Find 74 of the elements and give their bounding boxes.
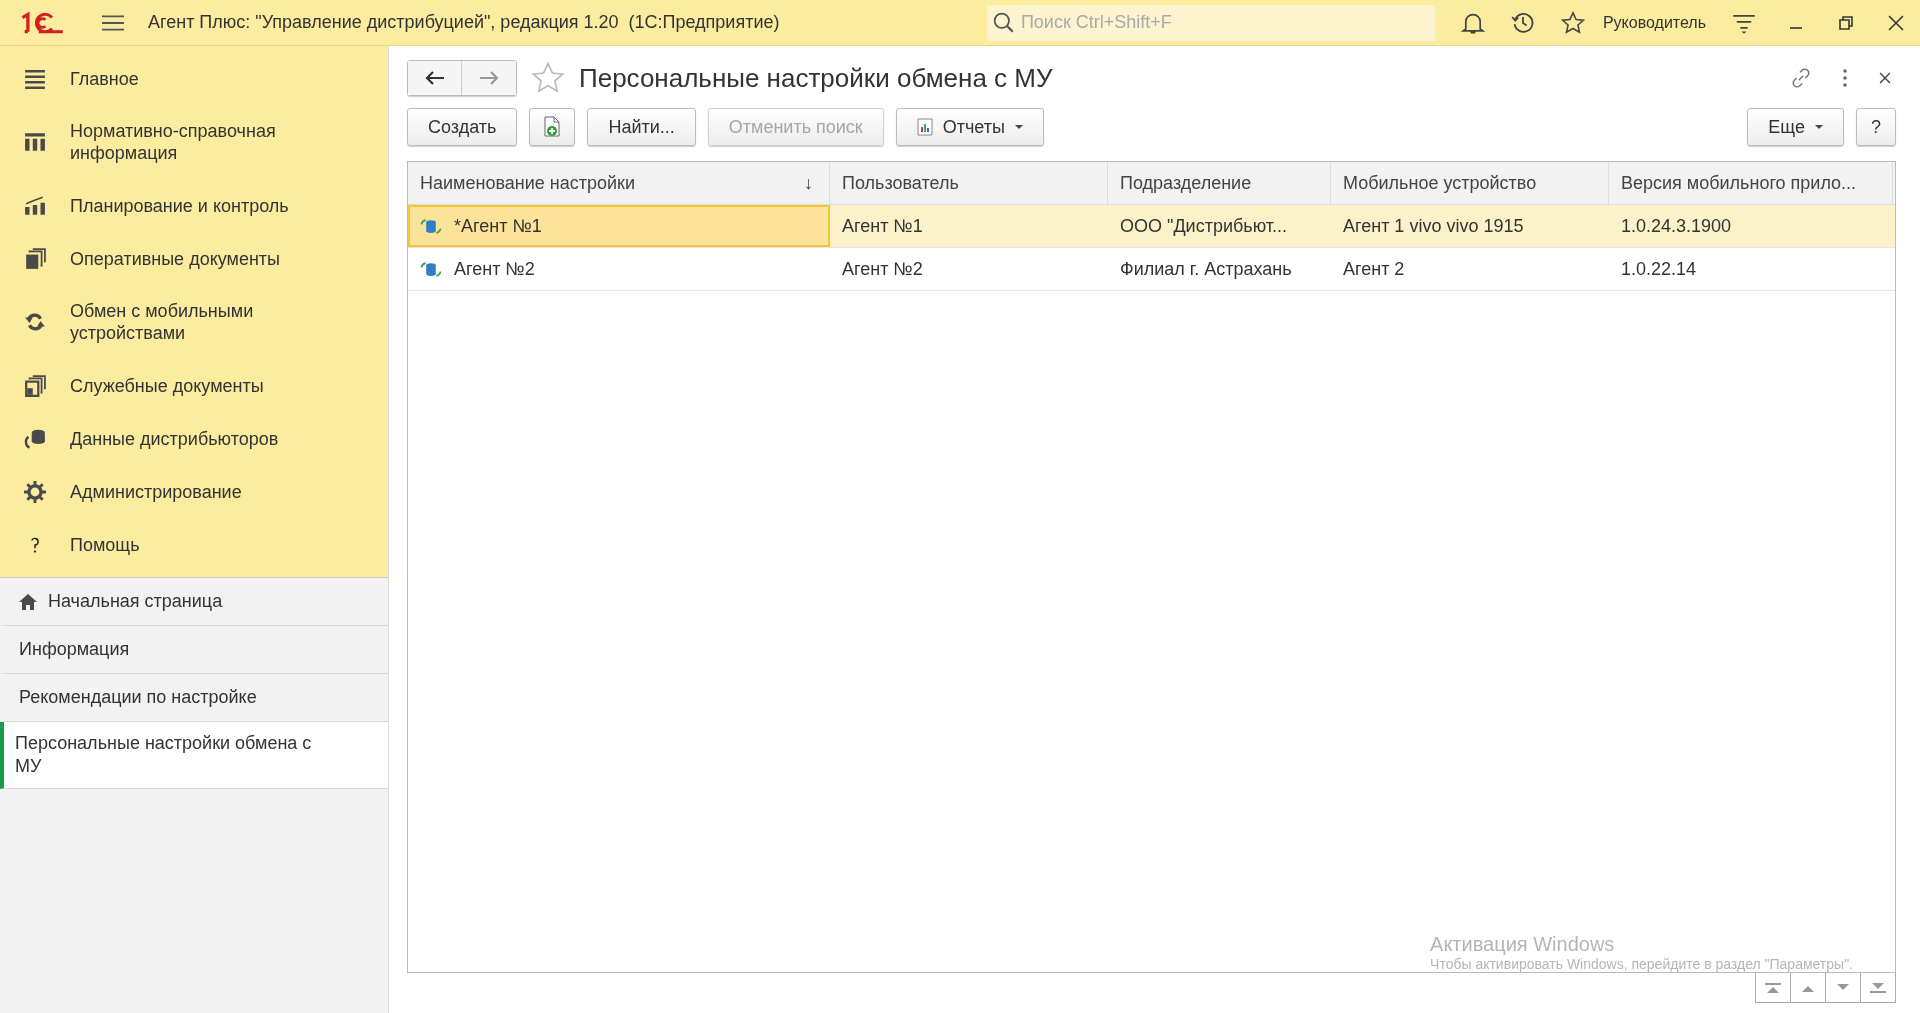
section-item[interactable]: Администрирование [0,465,388,518]
table-cell: 1.0.22.14 [1621,258,1697,280]
history-icon[interactable] [1510,10,1535,35]
more-icon[interactable] [1842,68,1848,88]
form-title: Персональные настройки обмена с МУ [579,62,1053,94]
add-document-icon [542,116,563,138]
table-row[interactable]: *Агент №1 Агент №1 ООО "Дистрибьют... Агент 1 vivo vivo 1915 1.0.24.3.1900 [408,205,1895,248]
column-header[interactable]: Версия мобильного прило... [1609,162,1893,204]
documents-icon [24,247,46,270]
back-arrow-icon [424,71,445,85]
section-item[interactable]: Данные дистрибьюторов [0,412,388,465]
user-name[interactable]: Руководитель [1602,13,1706,32]
section-item[interactable]: Планирование и контроль [0,179,388,232]
toolbar-button[interactable]: Создать [407,108,518,146]
reports-button[interactable]: Отчеты [895,108,1044,146]
list-icon [24,67,46,90]
settings-icon [24,480,46,503]
column-header[interactable]: Мобильное устройство [1331,162,1609,204]
scroll-top-icon [1765,982,1781,993]
forward-arrow-icon [479,71,499,85]
search-field[interactable]: Поиск Ctrl+Shift+F [986,4,1435,41]
table-cell: Агент №1 [842,215,923,237]
table-cell: *Агент №1 [454,215,542,237]
column-header[interactable]: Пользователь [830,162,1108,204]
table-cell: 1.0.24.3.1900 [1621,215,1732,237]
scroll-up-icon [1800,983,1816,992]
scroll-bottom-button[interactable] [1860,972,1896,1003]
sort-mark: ↓ [804,172,813,194]
sync-icon [24,311,46,333]
database-sync-icon [420,260,442,278]
table-cell: ООО "Дистрибьют... [1120,215,1287,237]
link-icon[interactable] [1790,67,1812,89]
table-row[interactable]: Агент №2 Агент №2 Филиал г. Астрахань Агент 2 1.0.22.14 [408,248,1895,291]
activation-notice-title: Активация Windows [1430,933,1616,956]
star-icon[interactable] [1560,10,1585,35]
section-item[interactable]: Нормативно-справочная информация [0,105,388,179]
database-sync-icon [24,427,46,450]
scroll-bottom-icon [1870,982,1886,993]
section-item[interactable]: Оперативные документы [0,232,388,285]
table-cell: Агент 1 vivo vivo 1915 [1343,215,1524,237]
section-item[interactable]: Служебные документы [0,359,388,412]
open-page-item[interactable]: Информация [0,626,388,674]
open-page-item[interactable]: Персональные настройки обмена с МУ [0,722,388,789]
section-item[interactable]: Помощь [0,518,388,571]
bar-chart-icon [24,194,46,217]
table-cell: Агент 2 [1343,258,1405,280]
scroll-down-icon [1835,983,1851,992]
favorite-star-icon[interactable] [531,61,565,95]
table-icon [24,131,46,153]
home-icon [18,591,38,612]
activation-notice-text: Чтобы активировать Windows, перейдите в раздел "Параметры". [1430,956,1853,972]
close-icon[interactable] [1878,71,1892,85]
window-title: Агент Плюс: "Управление дистрибуцией", редакция 1.20 (1С:Предприятие) [148,12,780,33]
back-button[interactable] [408,61,462,95]
menu-icon[interactable] [102,13,124,32]
more-button[interactable]: Еще [1747,108,1844,146]
caret-icon [1014,125,1023,129]
report-icon [916,118,933,136]
section-item[interactable]: Главное [0,52,388,105]
table-cell: Филиал г. Астрахань [1120,258,1292,280]
table-cell: Агент №2 [842,258,923,280]
documents-icon [24,374,46,397]
column-header[interactable]: Наименование настройки ↓ [408,162,830,204]
open-page-item[interactable]: Начальная страница [0,578,388,626]
copy-button[interactable] [529,108,576,146]
database-sync-icon [420,217,442,235]
toolbar-button[interactable]: Найти... [587,108,696,146]
section-item[interactable]: Обмен с мобильными устройствами [0,285,388,359]
scroll-top-button[interactable] [1755,972,1791,1003]
column-header[interactable]: Подразделение [1108,162,1331,204]
help-button[interactable]: ? [1856,108,1896,146]
close-icon[interactable] [1886,12,1906,33]
caret-icon [1815,125,1823,129]
table-cell: Агент №2 [454,258,535,280]
